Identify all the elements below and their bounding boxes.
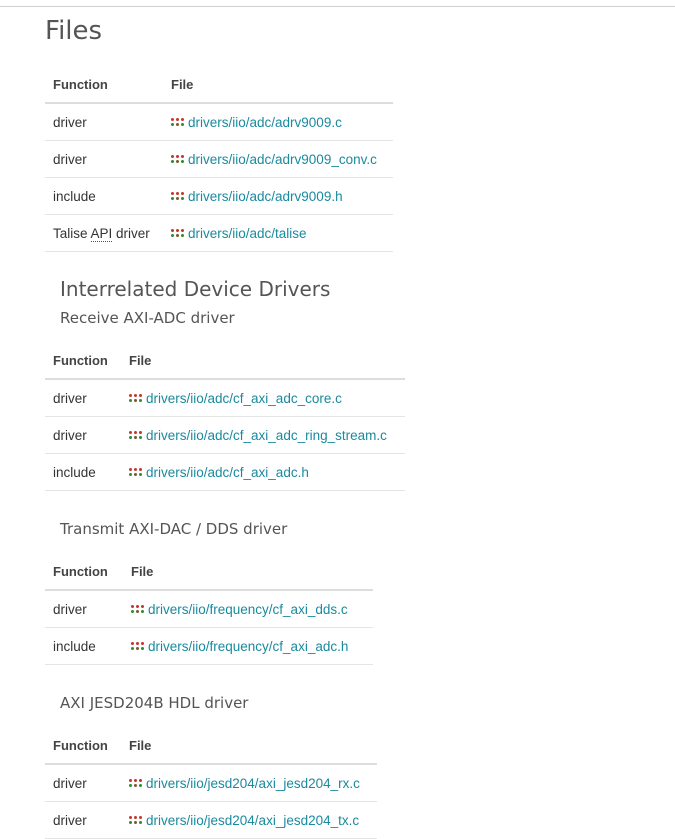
function-cell: driver: [45, 416, 121, 454]
table-row: driver drivers/iio/adc/cf_axi_adc_ring_s…: [45, 416, 405, 454]
function-column-header: Function: [45, 549, 123, 591]
function-cell: driver: [45, 590, 123, 628]
function-cell: driver: [45, 801, 121, 839]
file-link[interactable]: drivers/iio/adc/cf_axi_adc_ring_stream.c: [129, 428, 387, 443]
jesd-driver-table: Function File driver drivers/iio/jesd204…: [45, 723, 377, 839]
file-column-header: File: [121, 338, 405, 380]
function-column-header: Function: [45, 62, 163, 104]
file-link[interactable]: drivers/iio/frequency/cf_axi_dds.c: [131, 602, 348, 617]
file-cell: drivers/iio/frequency/cf_axi_adc.h: [123, 627, 373, 665]
jesd-driver-title: AXI JESD204B HDL driver: [60, 694, 249, 712]
table-row: driver drivers/iio/adc/adrv9009_conv.c: [45, 140, 393, 178]
page-title: Files: [45, 16, 103, 46]
file-link[interactable]: drivers/iio/jesd204/axi_jesd204_tx.c: [129, 813, 359, 828]
table-row: driver drivers/iio/frequency/cf_axi_dds.…: [45, 590, 373, 628]
git-repo-icon: [131, 604, 146, 614]
table-row: include drivers/iio/adc/cf_axi_adc.h: [45, 453, 405, 491]
file-cell: drivers/iio/adc/adrv9009.c: [163, 103, 393, 141]
function-column-header: Function: [45, 338, 121, 380]
git-repo-icon: [171, 117, 186, 127]
file-link[interactable]: drivers/iio/adc/adrv9009.c: [171, 115, 342, 130]
git-repo-icon: [171, 191, 186, 201]
git-repo-icon: [129, 393, 144, 403]
tx-driver-title: Transmit AXI-DAC / DDS driver: [60, 520, 288, 538]
table-row: driver drivers/iio/jesd204/axi_jesd204_r…: [45, 764, 377, 802]
file-cell: drivers/iio/adc/talise: [163, 214, 393, 252]
file-cell: drivers/iio/jesd204/axi_jesd204_tx.c: [121, 801, 377, 839]
tx-driver-table: Function File driver drivers/iio/frequen…: [45, 549, 373, 665]
file-column-header: File: [123, 549, 373, 591]
interrelated-drivers-title: Interrelated Device Drivers: [60, 277, 331, 301]
file-cell: drivers/iio/adc/adrv9009.h: [163, 177, 393, 215]
function-cell: include: [45, 177, 163, 215]
file-cell: drivers/iio/jesd204/axi_jesd204_rx.c: [121, 764, 377, 802]
table-header-row: Function File: [45, 723, 377, 765]
table-row: Talise API driver drivers/iio/adc/talise: [45, 214, 393, 252]
function-cell: driver: [45, 140, 163, 178]
file-column-header: File: [121, 723, 377, 765]
api-abbreviation: API: [90, 225, 113, 242]
file-cell: drivers/iio/adc/cf_axi_adc_core.c: [121, 379, 405, 417]
file-cell: drivers/iio/adc/cf_axi_adc.h: [121, 453, 405, 491]
git-repo-icon: [171, 154, 186, 164]
table-header-row: Function File: [45, 62, 393, 104]
function-cell: driver: [45, 103, 163, 141]
git-repo-icon: [129, 778, 144, 788]
file-cell: drivers/iio/adc/cf_axi_adc_ring_stream.c: [121, 416, 405, 454]
file-link[interactable]: drivers/iio/frequency/cf_axi_adc.h: [131, 639, 348, 654]
function-column-header: Function: [45, 723, 121, 765]
function-cell: include: [45, 627, 123, 665]
top-divider: [0, 6, 675, 7]
git-repo-icon: [131, 641, 146, 651]
file-link[interactable]: drivers/iio/adc/adrv9009_conv.c: [171, 152, 377, 167]
file-column-header: File: [163, 62, 393, 104]
function-cell: include: [45, 453, 121, 491]
table-row: driver drivers/iio/jesd204/axi_jesd204_t…: [45, 801, 377, 839]
git-repo-icon: [129, 467, 144, 477]
function-cell: driver: [45, 379, 121, 417]
rx-driver-title: Receive AXI-ADC driver: [60, 309, 235, 327]
file-cell: drivers/iio/frequency/cf_axi_dds.c: [123, 590, 373, 628]
file-link[interactable]: drivers/iio/adc/adrv9009.h: [171, 189, 343, 204]
file-cell: drivers/iio/adc/adrv9009_conv.c: [163, 140, 393, 178]
git-repo-icon: [129, 430, 144, 440]
files-table: Function File driver drivers/iio/adc/adr…: [45, 62, 393, 252]
files-section: Files Function File driver drivers/iio/a…: [45, 14, 665, 839]
rx-driver-table: Function File driver drivers/iio/adc/cf_…: [45, 338, 405, 491]
table-row: include drivers/iio/adc/adrv9009.h: [45, 177, 393, 215]
file-link[interactable]: drivers/iio/adc/cf_axi_adc_core.c: [129, 391, 342, 406]
file-link[interactable]: drivers/iio/adc/talise: [171, 226, 307, 241]
git-repo-icon: [129, 815, 144, 825]
table-row: driver drivers/iio/adc/cf_axi_adc_core.c: [45, 379, 405, 417]
file-link[interactable]: drivers/iio/adc/cf_axi_adc.h: [129, 465, 309, 480]
table-row: include drivers/iio/frequency/cf_axi_adc…: [45, 627, 373, 665]
git-repo-icon: [171, 228, 186, 238]
function-cell: driver: [45, 764, 121, 802]
table-header-row: Function File: [45, 338, 405, 380]
table-header-row: Function File: [45, 549, 373, 591]
function-cell: Talise API driver: [45, 214, 163, 252]
file-link[interactable]: drivers/iio/jesd204/axi_jesd204_rx.c: [129, 776, 360, 791]
table-row: driver drivers/iio/adc/adrv9009.c: [45, 103, 393, 141]
